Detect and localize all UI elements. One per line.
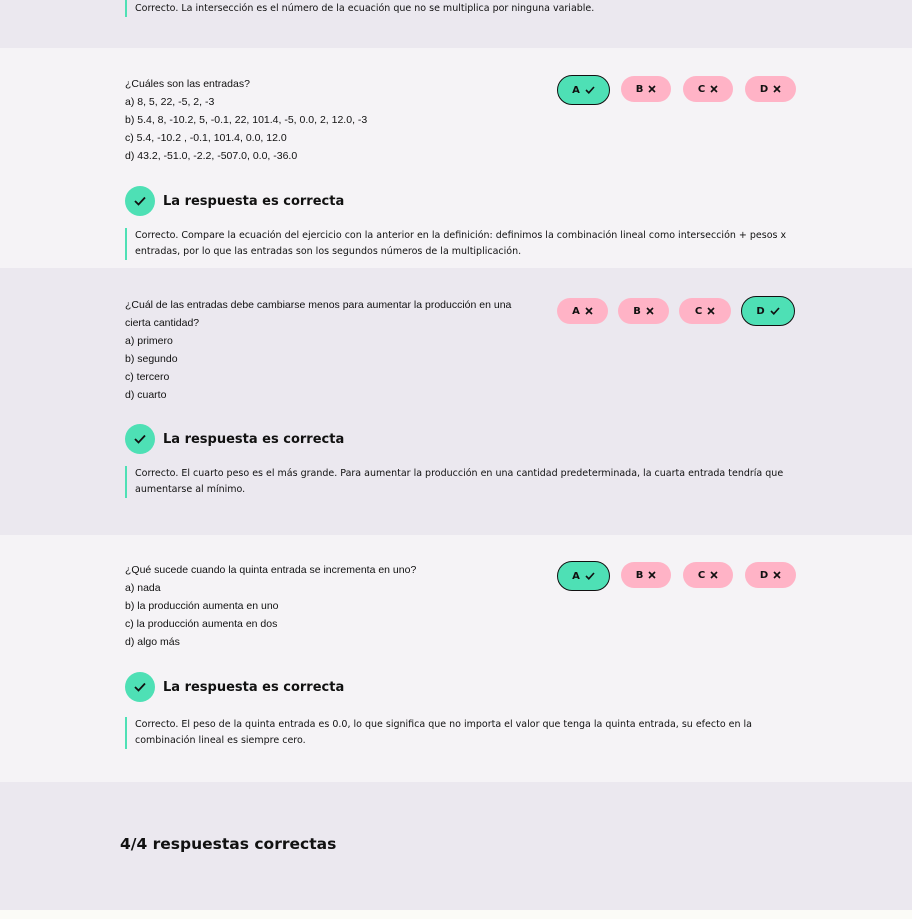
choice-label: D	[759, 83, 769, 95]
choice-label: B	[635, 569, 644, 581]
question-prompt: ¿Cuáles son las entradas?	[125, 78, 250, 90]
check-icon	[585, 572, 595, 580]
answer-choices: A B C D	[557, 561, 796, 591]
footer-strip	[0, 910, 912, 919]
choice-d-button[interactable]: D	[745, 76, 796, 102]
choice-b-button[interactable]: B	[621, 76, 671, 102]
option-c: c) la producción aumenta en dos	[125, 618, 278, 630]
choice-b-button[interactable]: B	[621, 562, 671, 588]
choice-label: B	[635, 83, 644, 95]
option-a: a) nada	[125, 582, 161, 594]
verdict-label: La respuesta es correcta	[163, 679, 345, 695]
choice-a-button[interactable]: A	[557, 298, 608, 324]
check-icon	[770, 307, 780, 315]
question-text: ¿Qué sucede cuando la quinta entrada se …	[125, 561, 545, 651]
option-d: d) 43.2, -51.0, -2.2, -507.0, 0.0, -36.0	[125, 150, 298, 162]
prev-question-section: Correcto. La intersección es el número d…	[0, 0, 912, 48]
x-icon	[773, 571, 781, 579]
x-icon	[648, 85, 656, 93]
question-section-3: ¿Qué sucede cuando la quinta entrada se …	[0, 535, 912, 782]
question-section-2: ¿Cuál de las entradas debe cambiarse men…	[0, 268, 912, 535]
option-b: b) segundo	[125, 353, 178, 365]
choice-label: A	[572, 570, 580, 582]
option-c: c) 5.4, -10.2 , -0.1, 101.4, 0.0, 12.0	[125, 132, 287, 144]
choice-label: A	[572, 305, 580, 317]
x-icon	[646, 307, 654, 315]
choice-label: C	[697, 569, 706, 581]
choice-label: A	[572, 84, 580, 96]
verdict: La respuesta es correcta	[125, 186, 344, 216]
verdict: La respuesta es correcta	[125, 424, 344, 454]
choice-c-button[interactable]: C	[683, 76, 733, 102]
choice-a-button[interactable]: A	[557, 75, 610, 105]
x-icon	[585, 307, 593, 315]
verdict-label: La respuesta es correcta	[163, 193, 345, 209]
verdict: La respuesta es correcta	[125, 672, 344, 702]
choice-label: B	[633, 305, 641, 317]
option-d: d) algo más	[125, 636, 180, 648]
question-prompt: ¿Qué sucede cuando la quinta entrada se …	[125, 564, 417, 576]
choice-b-button[interactable]: B	[618, 298, 669, 324]
choice-d-button[interactable]: D	[745, 562, 796, 588]
check-icon	[585, 86, 595, 94]
choice-c-button[interactable]: C	[683, 562, 733, 588]
verdict-label: La respuesta es correcta	[163, 431, 345, 447]
option-c: c) tercero	[125, 371, 170, 383]
option-d: d) cuarto	[125, 389, 167, 401]
question-prompt-continued: cierta cantidad?	[125, 317, 200, 329]
question-prompt: ¿Cuál de las entradas debe cambiarse men…	[125, 299, 512, 311]
question-section-1: ¿Cuáles son las entradas? a) 8, 5, 22, -…	[0, 48, 912, 268]
answer-choices: A B C D	[557, 75, 796, 105]
option-a: a) primero	[125, 335, 173, 347]
choice-label: D	[759, 569, 769, 581]
feedback-text: Correcto. El cuarto peso es el más grand…	[125, 466, 805, 498]
x-icon	[773, 85, 781, 93]
option-a: a) 8, 5, 22, -5, 2, -3	[125, 96, 215, 108]
check-circle-icon	[125, 672, 155, 702]
choice-label: D	[756, 305, 765, 317]
x-icon	[710, 571, 718, 579]
option-b: b) 5.4, 8, -10.2, 5, -0.1, 22, 101.4, -5…	[125, 114, 368, 126]
choice-a-button[interactable]: A	[557, 561, 610, 591]
x-icon	[707, 307, 715, 315]
x-icon	[648, 571, 656, 579]
check-circle-icon	[125, 424, 155, 454]
question-text: ¿Cuál de las entradas debe cambiarse men…	[125, 296, 545, 404]
feedback-text: Correcto. La intersección es el número d…	[125, 0, 805, 17]
feedback-text: Correcto. El peso de la quinta entrada e…	[125, 717, 805, 749]
check-circle-icon	[125, 186, 155, 216]
choice-d-button[interactable]: D	[741, 296, 795, 326]
choice-label: C	[697, 83, 706, 95]
option-b: b) la producción aumenta en uno	[125, 600, 279, 612]
choice-label: C	[694, 305, 703, 317]
answer-choices: A B C D	[557, 296, 795, 326]
choice-c-button[interactable]: C	[679, 298, 731, 324]
question-text: ¿Cuáles son las entradas? a) 8, 5, 22, -…	[125, 75, 545, 165]
x-icon	[710, 85, 718, 93]
feedback-text: Correcto. Compare la ecuación del ejerci…	[125, 228, 805, 260]
score-summary: 4/4 respuestas correctas	[120, 835, 337, 853]
